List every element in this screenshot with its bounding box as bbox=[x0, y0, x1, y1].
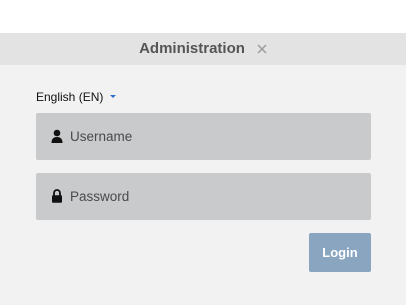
user-icon bbox=[51, 129, 63, 143]
login-button[interactable]: Login bbox=[309, 233, 371, 272]
username-placeholder: Username bbox=[70, 129, 133, 144]
dialog-title: Administration bbox=[139, 40, 245, 57]
password-placeholder: Password bbox=[70, 189, 130, 204]
username-field[interactable]: Username bbox=[36, 113, 371, 160]
login-page: Administration English (EN) Username Pas… bbox=[0, 0, 406, 305]
language-selector[interactable]: English (EN) bbox=[36, 90, 117, 104]
login-panel: English (EN) Username Password Login bbox=[0, 65, 406, 305]
language-label: English (EN) bbox=[36, 90, 104, 104]
dialog-titlebar: Administration bbox=[0, 33, 406, 65]
close-icon[interactable] bbox=[255, 42, 269, 56]
chevron-down-icon bbox=[110, 95, 117, 99]
lock-icon bbox=[52, 189, 62, 203]
password-field[interactable]: Password bbox=[36, 173, 371, 220]
